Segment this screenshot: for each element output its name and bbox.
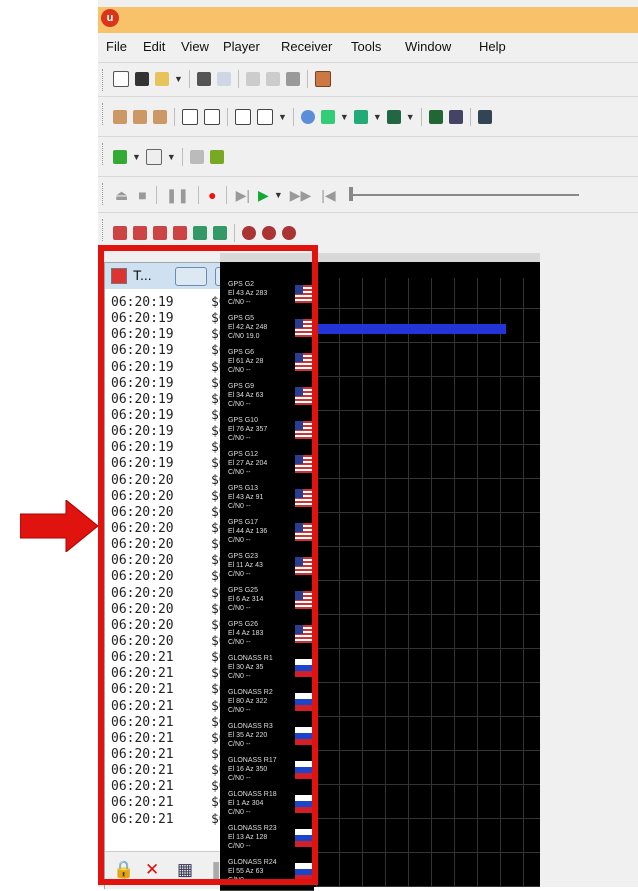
connect-net-icon[interactable] xyxy=(153,110,167,124)
packet-view-icon[interactable] xyxy=(182,109,198,125)
eject-icon[interactable]: ⏏ xyxy=(115,187,128,204)
highlight-frame xyxy=(98,245,318,885)
toolbar-grip xyxy=(102,219,106,241)
line-chart-icon[interactable] xyxy=(353,110,368,124)
chevron-down-icon[interactable]: ▼ xyxy=(278,112,287,122)
print-preview-icon[interactable] xyxy=(216,72,231,86)
separator xyxy=(237,70,239,88)
chevron-down-icon[interactable]: ▼ xyxy=(340,112,349,122)
separator xyxy=(469,108,471,126)
paste-icon[interactable] xyxy=(285,72,300,86)
binary-view-icon[interactable] xyxy=(204,109,220,125)
bar-chart-icon[interactable] xyxy=(386,110,401,124)
menu-edit[interactable]: Edit xyxy=(143,39,165,54)
separator xyxy=(234,224,235,242)
chevron-down-icon[interactable]: ▼ xyxy=(132,152,141,162)
pause-icon[interactable]: ❚❚ xyxy=(166,187,189,204)
table-view-icon[interactable] xyxy=(257,109,273,125)
pointer-arrow xyxy=(20,500,98,552)
connect-icon[interactable] xyxy=(113,110,127,124)
chevron-down-icon[interactable]: ▼ xyxy=(373,112,382,122)
cut-icon[interactable] xyxy=(245,72,260,86)
toolbar-grip xyxy=(102,143,106,165)
poll-h-icon[interactable] xyxy=(113,226,127,240)
toolbar-comm: ▼ ▼ xyxy=(98,136,638,177)
save-icon[interactable] xyxy=(135,72,149,86)
config-icon[interactable] xyxy=(242,226,256,240)
deviation-map-icon[interactable] xyxy=(428,110,443,124)
fast-forward-icon[interactable]: ▶▶ xyxy=(290,187,312,204)
separator xyxy=(225,186,227,204)
config-load-icon[interactable] xyxy=(282,226,296,240)
chevron-down-icon[interactable]: ▼ xyxy=(274,190,283,200)
copy-icon[interactable] xyxy=(265,72,280,86)
separator xyxy=(292,108,294,126)
chevron-down-icon[interactable]: ▼ xyxy=(167,152,176,162)
separator xyxy=(227,108,228,126)
print-icon[interactable] xyxy=(196,72,211,86)
debug-icon[interactable] xyxy=(209,150,224,164)
chevron-down-icon[interactable]: ▼ xyxy=(406,112,415,122)
title-bar: u xyxy=(98,7,638,33)
open-folder-icon[interactable] xyxy=(155,72,169,86)
disable-messages-icon[interactable] xyxy=(213,226,227,240)
chevron-down-icon[interactable]: ▼ xyxy=(174,74,183,84)
menu-file[interactable]: File xyxy=(106,39,127,54)
chart-icon[interactable] xyxy=(320,110,335,124)
enable-messages-icon[interactable] xyxy=(193,226,207,240)
menu-window[interactable]: Window xyxy=(405,39,451,54)
menu-tools[interactable]: Tools xyxy=(351,39,381,54)
map-icon[interactable] xyxy=(300,110,315,124)
separator xyxy=(155,186,157,204)
toolbar-grip xyxy=(102,103,106,125)
signal-grid xyxy=(316,278,540,887)
separator xyxy=(420,108,422,126)
stop-icon[interactable]: ■ xyxy=(138,187,146,203)
toolbar-player: ⏏ ■ ❚❚ ● ▶| ▶ ▼ ▶▶ |◀ xyxy=(98,176,638,213)
separator xyxy=(188,70,190,88)
separator xyxy=(306,70,308,88)
record-icon[interactable]: ● xyxy=(208,187,216,203)
menu-receiver[interactable]: Receiver xyxy=(281,39,332,54)
poll-message-icon[interactable] xyxy=(173,226,187,240)
poll-c-icon[interactable] xyxy=(153,226,167,240)
menu-help[interactable]: Help xyxy=(479,39,506,54)
toolbar-grip xyxy=(102,183,106,205)
toolbar-views: ▼ ▼ ▼ ▼ xyxy=(98,96,638,137)
sky-view-icon[interactable] xyxy=(448,110,463,124)
camera-icon[interactable] xyxy=(477,110,492,124)
baudrate-icon[interactable] xyxy=(145,149,162,165)
playback-slider[interactable] xyxy=(348,187,579,201)
play-icon[interactable]: ▶ xyxy=(258,187,269,204)
app-logo-icon: u xyxy=(101,9,119,27)
config-save-icon[interactable] xyxy=(262,226,276,240)
slider-thumb[interactable] xyxy=(348,187,353,201)
toolbar-file: ▼ xyxy=(98,62,638,97)
separator xyxy=(181,148,183,166)
wand-icon[interactable] xyxy=(189,150,204,164)
cno-bar xyxy=(316,324,506,334)
skip-back-icon[interactable]: |◀ xyxy=(321,187,335,204)
port-icon[interactable] xyxy=(113,150,127,164)
menu-player[interactable]: Player xyxy=(223,39,260,54)
settings-icon[interactable] xyxy=(314,71,331,87)
step-icon[interactable]: ▶| xyxy=(236,187,250,204)
separator xyxy=(174,108,175,126)
statistics-icon[interactable] xyxy=(235,109,251,125)
new-icon[interactable] xyxy=(113,71,129,87)
connect-alt-icon[interactable] xyxy=(133,110,147,124)
separator xyxy=(198,186,200,204)
poll-w-icon[interactable] xyxy=(133,226,147,240)
toolbar-grip xyxy=(102,69,106,91)
menu-view[interactable]: View xyxy=(181,39,209,54)
menu-bar: File Edit View Player Receiver Tools Win… xyxy=(98,36,638,58)
